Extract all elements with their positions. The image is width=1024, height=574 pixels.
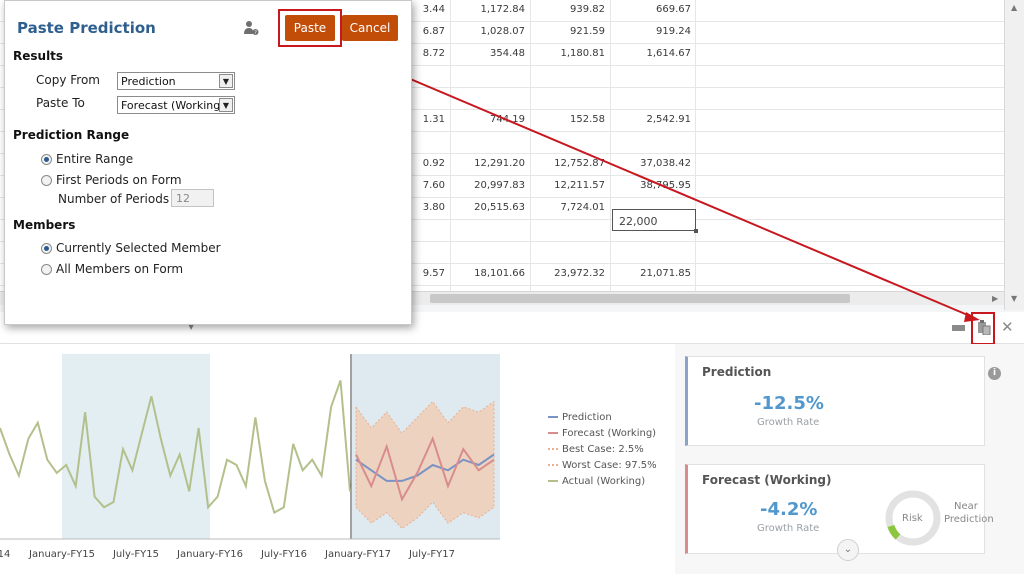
entire-range-radio[interactable] (41, 154, 52, 165)
num-periods-input[interactable]: 12 (171, 189, 214, 207)
cancel-button[interactable]: Cancel (342, 15, 398, 41)
all-members-label: All Members on Form (56, 262, 184, 276)
range-heading: Prediction Range (13, 128, 130, 142)
results-heading: Results (13, 49, 64, 63)
copy-from-value: Prediction (121, 75, 176, 88)
svg-text:?: ? (254, 30, 257, 36)
copy-from-select[interactable]: Prediction ▼ (117, 72, 235, 90)
paste-to-value: Forecast (Working) (121, 99, 225, 112)
chevron-down-icon[interactable]: ▼ (219, 74, 233, 88)
members-heading: Members (13, 218, 76, 232)
paste-to-label: Paste To (36, 96, 85, 110)
num-periods-value: 12 (176, 192, 190, 205)
cancel-button-label: Cancel (349, 21, 391, 35)
first-periods-radio[interactable] (41, 175, 52, 186)
copy-from-label: Copy From (36, 73, 100, 87)
paste-prediction-dialog: Paste Prediction ? Paste Cancel Results … (4, 0, 412, 325)
dialog-title: Paste Prediction (17, 19, 156, 37)
chevron-down-icon[interactable]: ▼ (219, 98, 233, 112)
paste-button-highlight (278, 9, 342, 47)
num-periods-label: Number of Periods (58, 192, 170, 206)
paste-to-select[interactable]: Forecast (Working) ▼ (117, 96, 235, 114)
current-member-label: Currently Selected Member (56, 241, 221, 255)
screen: 3.44 1,172.84 939.82 669.67 6.87 1,028.07 921.… (0, 0, 1024, 574)
help-user-icon[interactable]: ? (243, 20, 259, 36)
all-members-radio[interactable] (41, 264, 52, 275)
entire-range-label: Entire Range (56, 152, 134, 166)
first-periods-label: First Periods on Form (56, 173, 182, 187)
current-member-radio[interactable] (41, 243, 52, 254)
